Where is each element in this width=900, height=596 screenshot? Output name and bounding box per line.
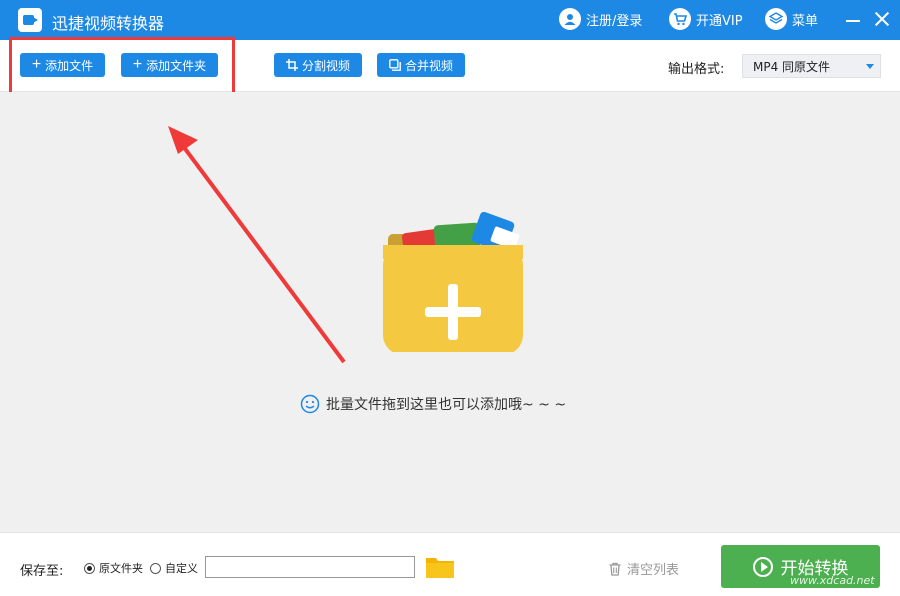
crop-icon bbox=[285, 59, 298, 71]
merge-icon bbox=[389, 59, 401, 71]
browse-folder-icon[interactable] bbox=[425, 554, 455, 580]
login-button[interactable]: 注册/登录 bbox=[559, 8, 642, 30]
watermark-text: www.xdcad.net bbox=[790, 574, 875, 587]
menu-button[interactable]: 菜单 bbox=[765, 8, 818, 30]
output-format-label: 输出格式: bbox=[668, 62, 725, 77]
plus-icon: + bbox=[132, 56, 143, 73]
drop-hint-text: 批量文件拖到这里也可以添加哦~ ~ ~ bbox=[326, 397, 567, 413]
clear-list-button[interactable]: 清空列表 bbox=[608, 559, 679, 578]
user-icon bbox=[559, 8, 581, 30]
save-to-label: 保存至: bbox=[20, 564, 64, 579]
vip-label: 开通VIP bbox=[696, 13, 743, 29]
app-title: 迅捷视频转换器 bbox=[52, 14, 165, 33]
minimize-icon[interactable] bbox=[845, 12, 861, 28]
vip-button[interactable]: 开通VIP bbox=[669, 8, 743, 30]
caret-down-icon bbox=[866, 64, 874, 69]
play-icon bbox=[752, 556, 773, 577]
add-file-label: 添加文件 bbox=[45, 58, 94, 73]
merge-video-button[interactable]: 合并视频 bbox=[377, 53, 465, 77]
radio-custom[interactable]: 自定义 bbox=[150, 560, 198, 576]
output-format-value: MP4 同原文件 bbox=[753, 59, 831, 74]
menu-label: 菜单 bbox=[792, 13, 819, 29]
toolbar: + 添加文件 + 添加文件夹 分割视频 合并视频 输出格式: MP4 同原文件 bbox=[0, 40, 900, 92]
add-folder-button[interactable]: + 添加文件夹 bbox=[121, 53, 218, 77]
split-video-button[interactable]: 分割视频 bbox=[274, 53, 362, 77]
split-video-label: 分割视频 bbox=[301, 58, 350, 73]
radio-unchecked-icon bbox=[150, 562, 161, 574]
output-format-select[interactable]: MP4 同原文件 bbox=[742, 54, 881, 78]
merge-video-label: 合并视频 bbox=[404, 58, 453, 73]
layers-icon bbox=[765, 8, 787, 30]
add-folder-illustration-icon[interactable] bbox=[380, 212, 530, 352]
title-bar: 迅捷视频转换器 注册/登录 开通VIP 菜单 bbox=[0, 0, 900, 40]
login-label: 注册/登录 bbox=[586, 13, 643, 29]
drop-hint: 批量文件拖到这里也可以添加哦~ ~ ~ bbox=[300, 394, 566, 414]
add-folder-label: 添加文件夹 bbox=[146, 58, 207, 73]
save-path-input[interactable] bbox=[205, 556, 415, 578]
add-file-button[interactable]: + 添加文件 bbox=[20, 53, 105, 77]
app-logo-icon bbox=[18, 8, 42, 32]
plus-icon: + bbox=[31, 56, 42, 73]
radio-original-folder[interactable]: 原文件夹 bbox=[84, 560, 143, 576]
clear-list-label: 清空列表 bbox=[627, 563, 680, 578]
trash-icon bbox=[609, 562, 621, 576]
file-drop-area[interactable]: 批量文件拖到这里也可以添加哦~ ~ ~ bbox=[0, 92, 900, 532]
cart-icon bbox=[669, 8, 691, 30]
radio-custom-label: 自定义 bbox=[165, 562, 198, 575]
radio-original-label: 原文件夹 bbox=[99, 562, 143, 575]
close-icon[interactable] bbox=[874, 11, 890, 27]
smile-icon bbox=[300, 394, 320, 414]
radio-checked-icon bbox=[84, 562, 95, 574]
